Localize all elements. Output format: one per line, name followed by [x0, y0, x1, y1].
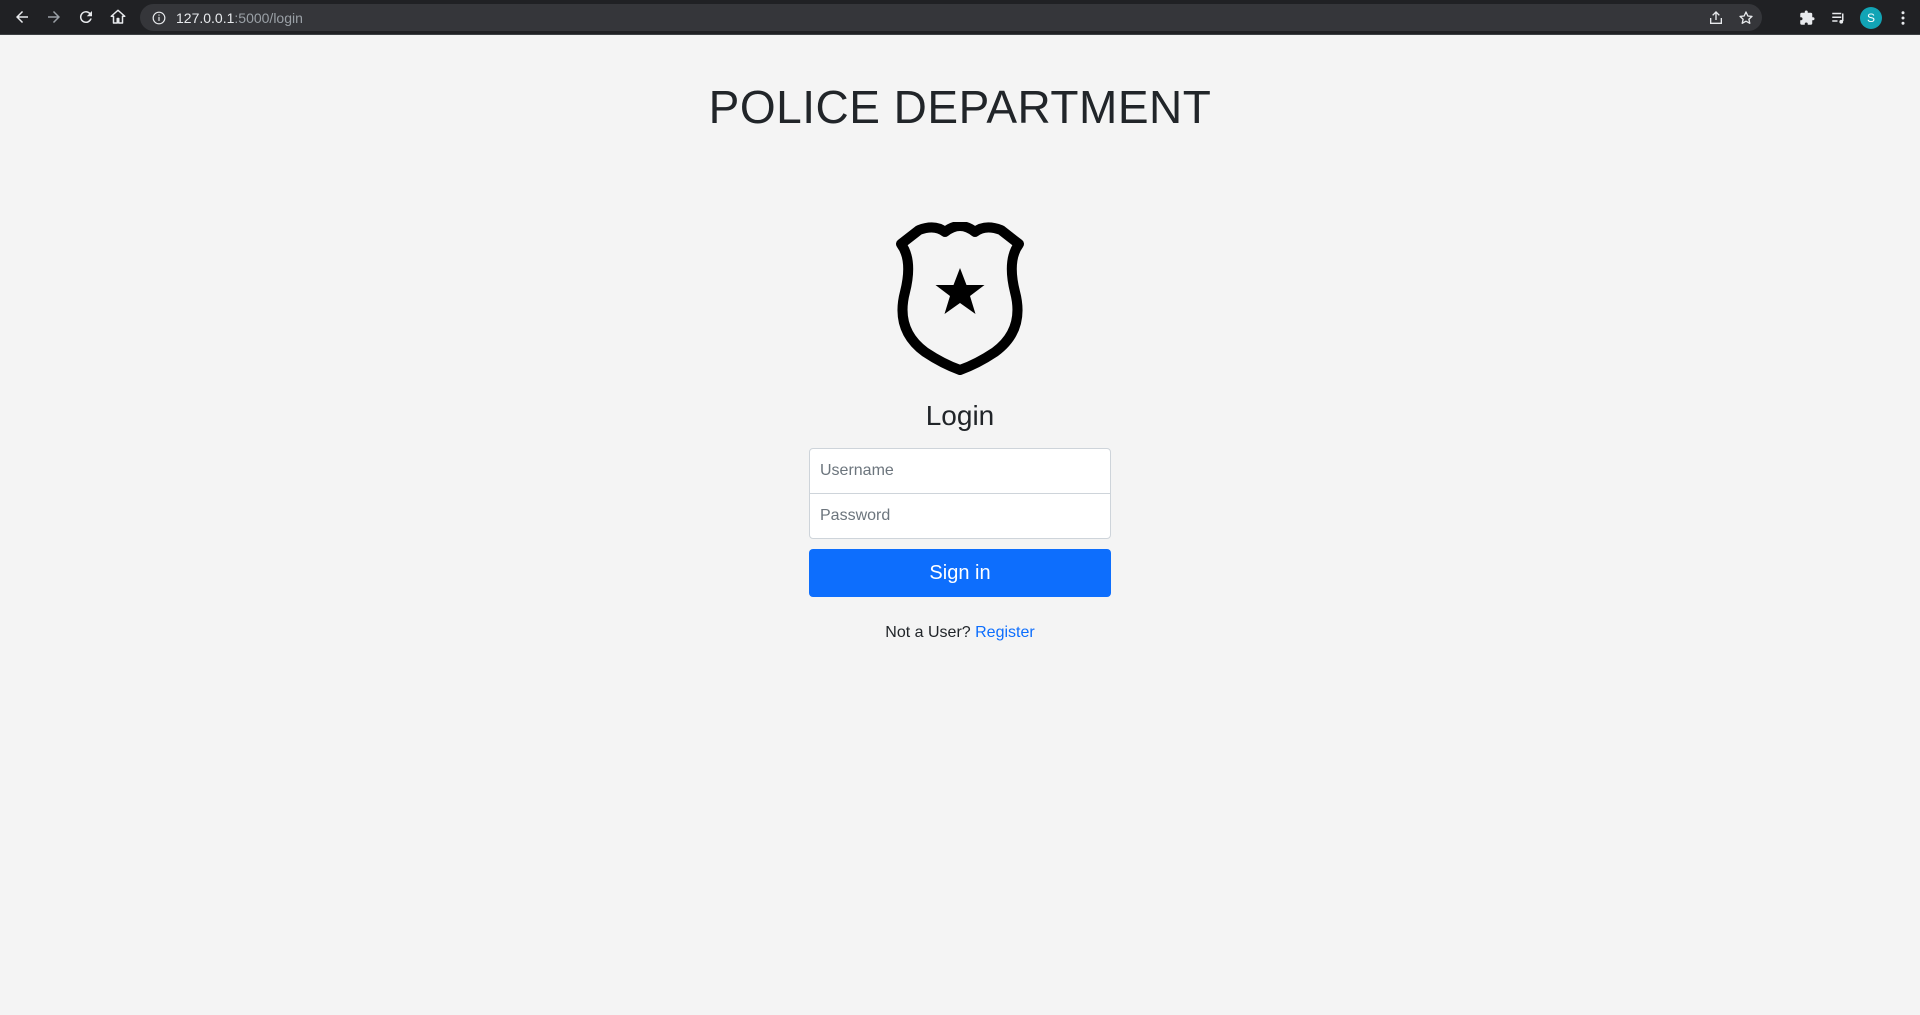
forward-icon	[48, 11, 60, 23]
share-icon[interactable]	[1708, 10, 1724, 26]
home-button[interactable]	[102, 1, 134, 33]
url-path: :5000/login	[234, 9, 303, 26]
browser-toolbar: 127.0.0.1:5000/login S	[0, 0, 1920, 35]
info-icon[interactable]	[152, 11, 166, 25]
forward-button[interactable]	[38, 1, 70, 33]
register-prompt-line: Not a User? Register	[0, 624, 1920, 642]
police-badge-icon	[895, 221, 1025, 376]
login-form: Sign in	[809, 448, 1111, 597]
reload-icon	[79, 11, 92, 24]
page-title: POLICE DEPARTMENT	[708, 81, 1212, 133]
menu-icon[interactable]	[1892, 7, 1914, 29]
back-icon	[16, 11, 28, 23]
username-input[interactable]	[809, 448, 1111, 494]
extensions-icon[interactable]	[1796, 7, 1818, 29]
address-bar[interactable]: 127.0.0.1:5000/login	[140, 4, 1762, 31]
sign-in-button[interactable]: Sign in	[809, 549, 1111, 597]
login-heading: Login	[925, 400, 995, 431]
url-host: 127.0.0.1	[176, 9, 235, 26]
password-input[interactable]	[809, 493, 1111, 539]
reload-button[interactable]	[70, 1, 102, 33]
register-prompt: Not a User?	[885, 624, 971, 641]
profile-avatar[interactable]: S	[1860, 6, 1882, 29]
media-icon[interactable]	[1828, 7, 1850, 29]
home-icon	[110, 9, 126, 24]
register-link[interactable]: Register	[975, 624, 1035, 641]
back-button[interactable]	[6, 1, 38, 33]
star-icon[interactable]	[1738, 10, 1754, 26]
